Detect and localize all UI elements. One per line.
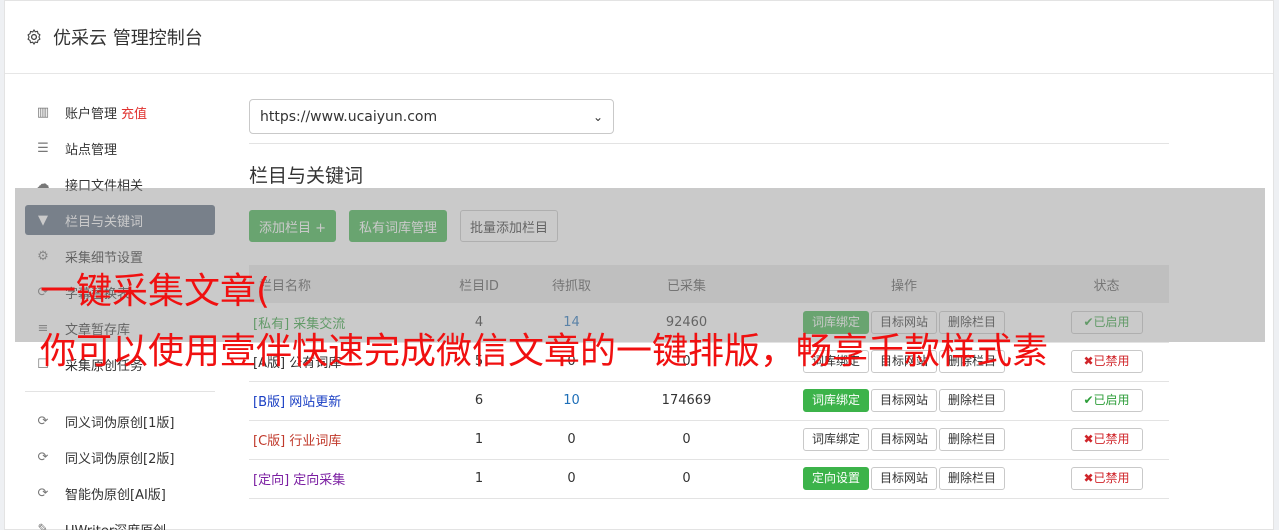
sidebar-item[interactable]: ▥ 账户管理 充值 [25, 97, 215, 127]
bar-chart-icon: ▥ [36, 104, 50, 120]
target-site-button[interactable]: 目标网站 [870, 428, 937, 451]
table-row: [B版] 网站更新 6 10 174669 词库绑定 目标网站 删除栏目 ✔已启用 [249, 381, 1169, 421]
bind-library-button[interactable]: 词库绑定 [802, 428, 869, 451]
sidebar-item-label: 账户管理 [65, 106, 118, 122]
section-title: 栏目与关键词 [249, 165, 364, 187]
row-tag: [定向] [253, 473, 290, 488]
refresh-icon: ⟳ [37, 485, 49, 501]
gear-icon [27, 29, 41, 45]
sidebar-item-label: 同义词伪原创[2版] [65, 451, 175, 467]
row-name: 定向采集 [293, 473, 346, 488]
site-select-value: https://www.ucaiyun.com [260, 108, 438, 125]
cell-status: ✖已禁用 [1044, 342, 1169, 382]
sidebar-item[interactable]: ✎ UWriter深度原创 [25, 514, 215, 530]
sidebar-item-label: 同义词伪原创[1版] [65, 415, 175, 431]
cell-status: ✖已禁用 [1044, 459, 1169, 499]
cell-wait: 10 [534, 381, 609, 421]
sidebar-item[interactable]: ⟳ 同义词伪原创[2版] [25, 442, 215, 472]
cell-done: 174669 [609, 381, 764, 421]
bind-library-button[interactable]: 定向设置 [802, 467, 869, 490]
cell-wait: 0 [534, 420, 609, 460]
chevron-down-icon: ⌄ [592, 109, 603, 124]
row-tag: [B版] [253, 395, 286, 410]
sidebar-item-label: UWriter深度原创 [65, 520, 166, 530]
status-badge[interactable]: ✖已禁用 [1070, 350, 1143, 373]
page-title: 优采云 管理控制台 [53, 28, 203, 49]
cell-ops: 词库绑定目标网站删除栏目 [764, 420, 1044, 460]
cell-id: 1 [424, 459, 534, 499]
cell-done: 0 [609, 420, 764, 460]
delete-column-button[interactable]: 删除栏目 [939, 467, 1006, 490]
cell-status: ✖已禁用 [1044, 420, 1169, 460]
cell-id: 6 [424, 381, 534, 421]
target-site-button[interactable]: 目标网站 [870, 389, 937, 412]
sidebar-item[interactable]: ☰ 站点管理 [25, 133, 215, 163]
refresh-icon: ⟳ [37, 413, 49, 429]
sidebar-item-label: 智能伪原创[AI版] [65, 487, 166, 503]
sidebar-divider [25, 391, 215, 392]
sidebar-item[interactable]: ⟳ 智能伪原创[AI版] [25, 478, 215, 508]
cell-ops: 词库绑定目标网站删除栏目 [764, 381, 1044, 421]
header: 优采云 管理控制台 [5, 1, 1273, 74]
caption-line-1: 一键采集文章( [40, 271, 271, 312]
status-badge[interactable]: ✖已禁用 [1070, 467, 1143, 490]
table-row: [C版] 行业词库 1 0 0 词库绑定 目标网站 删除栏目 ✖已禁用 [249, 420, 1169, 460]
row-tag: [C版] [253, 434, 286, 449]
row-name: 行业词库 [289, 434, 342, 449]
cell-name[interactable]: [定向] 定向采集 [249, 459, 424, 499]
table-row: [定向] 定向采集 1 0 0 定向设置 目标网站 删除栏目 ✖已禁用 [249, 459, 1169, 499]
delete-column-button[interactable]: 删除栏目 [939, 428, 1006, 451]
bind-library-button[interactable]: 词库绑定 [802, 389, 869, 412]
caption-line-2: 你可以使用壹伴快速完成微信文章的一键排版，畅享千款样式素 [40, 331, 1049, 372]
sidebar-item-label: 站点管理 [65, 142, 118, 158]
site-select[interactable]: https://www.ucaiyun.com ⌄ [249, 99, 614, 134]
cell-wait: 0 [534, 459, 609, 499]
cell-name[interactable]: [C版] 行业词库 [249, 420, 424, 460]
divider [249, 143, 1169, 144]
caption-overlay [15, 188, 1265, 342]
edit-icon: ✎ [37, 521, 49, 530]
recharge-link[interactable]: 充值 [121, 103, 147, 122]
refresh-icon: ⟳ [37, 449, 49, 465]
delete-column-button[interactable]: 删除栏目 [939, 389, 1006, 412]
status-badge[interactable]: ✔已启用 [1070, 389, 1143, 412]
cell-ops: 定向设置 目标网站 删除栏目 [764, 459, 1044, 499]
cell-id: 1 [424, 420, 534, 460]
server-icon: ☰ [37, 140, 49, 156]
status-badge[interactable]: ✖已禁用 [1070, 428, 1143, 451]
cell-name[interactable]: [B版] 网站更新 [249, 381, 424, 421]
sidebar-item[interactable]: ⟳ 同义词伪原创[1版] [25, 406, 215, 436]
target-site-button[interactable]: 目标网站 [870, 467, 937, 490]
row-name: 网站更新 [289, 395, 342, 410]
cell-done: 0 [609, 459, 764, 499]
cell-status: ✔已启用 [1044, 381, 1169, 421]
